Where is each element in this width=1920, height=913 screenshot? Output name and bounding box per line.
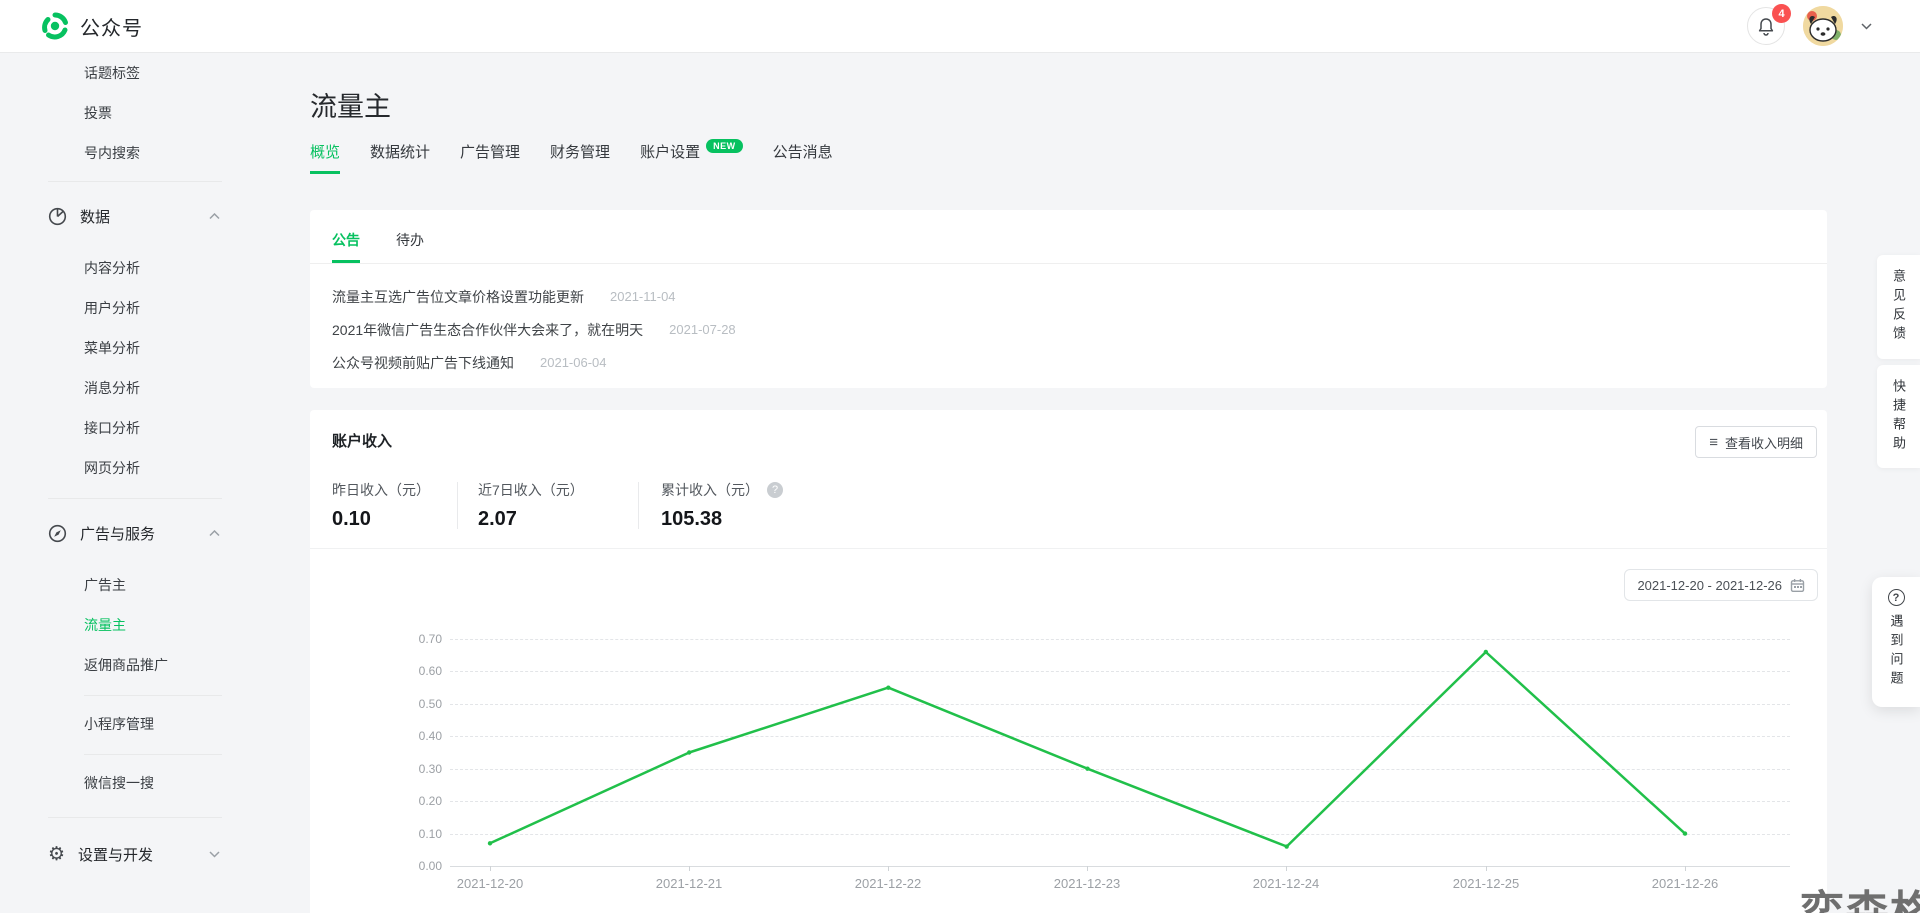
sidebar-item-message-analysis[interactable]: 消息分析 (0, 368, 250, 408)
data-point (1484, 650, 1488, 654)
sidebar-divider (48, 181, 222, 182)
announcement-item[interactable]: 公众号视频前贴广告下线通知 2021-06-04 (332, 346, 1827, 379)
data-point (886, 685, 890, 689)
notification-bell-button[interactable]: 4 (1747, 7, 1785, 45)
quick-help-tab-label: 快捷帮助 (1889, 379, 1908, 455)
tab-finance[interactable]: 财务管理 (550, 141, 610, 174)
sidebar-section-label: 设置与开发 (78, 844, 153, 865)
announcement-text[interactable]: 流量主互选广告位文章价格设置功能更新 (332, 287, 584, 307)
brand: 公众号 (40, 11, 143, 41)
chevron-up-icon[interactable] (209, 530, 220, 537)
list-icon: ≡ (1709, 434, 1718, 451)
chevron-down-icon[interactable] (209, 851, 220, 858)
compass-icon (48, 524, 67, 543)
date-range-value: 2021-12-20 - 2021-12-26 (1637, 578, 1782, 593)
tab-ad-management[interactable]: 广告管理 (460, 141, 520, 174)
announcement-date: 2021-06-04 (540, 355, 607, 370)
feedback-tab[interactable]: 意见反馈 (1877, 255, 1920, 359)
sidebar-item-mini-program[interactable]: 小程序管理 (0, 704, 250, 744)
sidebar: 话题标签 投票 号内搜索 数据 内容分析 用户分析 菜单分析 消息分析 接口分析… (0, 53, 250, 913)
tab-todo[interactable]: 待办 (396, 230, 424, 263)
sidebar-divider (48, 498, 222, 499)
announcement-date: 2021-11-04 (610, 289, 676, 304)
card-section-divider (310, 548, 1827, 549)
question-mark-icon: ? (1888, 589, 1905, 606)
page-tabs: 概览 数据统计 广告管理 财务管理 账户设置 NEW 公告消息 (310, 141, 833, 174)
pie-chart-icon (48, 207, 67, 226)
avatar[interactable] (1803, 6, 1843, 46)
tab-announcement-news[interactable]: 公告消息 (773, 141, 833, 174)
calendar-icon (1790, 578, 1805, 593)
income-line (490, 652, 1685, 847)
sidebar-section-data[interactable]: 数据 (0, 192, 250, 240)
tab-announcements[interactable]: 公告 (332, 230, 360, 263)
data-point (687, 750, 691, 754)
sidebar-section-ads-services[interactable]: 广告与服务 (0, 509, 250, 557)
announcement-item[interactable]: 2021年微信广告生态合作伙伴大会来了，就在明天 2021-07-28 (332, 313, 1827, 346)
income-card-title: 账户收入 (332, 430, 392, 451)
income-chart-svg (310, 560, 1827, 913)
new-badge: NEW (706, 139, 743, 153)
brand-name: 公众号 (80, 12, 143, 41)
account-dropdown-caret[interactable] (1861, 17, 1872, 35)
wechat-official-logo-icon (40, 11, 70, 41)
view-income-detail-button[interactable]: ≡ 查看收入明细 (1695, 426, 1817, 458)
stat-label-7days: 近7日收入（元） (478, 480, 638, 500)
sidebar-divider (84, 754, 222, 755)
announcement-item[interactable]: 流量主互选广告位文章价格设置功能更新 2021-11-04 (332, 280, 1827, 313)
sidebar-item-commission-promo[interactable]: 返佣商品推广 (0, 645, 250, 685)
bell-icon (1757, 17, 1775, 36)
data-point (488, 841, 492, 845)
data-point (1284, 844, 1288, 848)
announcement-card: 公告 待办 流量主互选广告位文章价格设置功能更新 2021-11-04 2021… (310, 210, 1827, 388)
data-point (1683, 831, 1687, 835)
sidebar-section-label: 广告与服务 (80, 523, 155, 544)
sidebar-item-wechat-search[interactable]: 微信搜一搜 (0, 763, 250, 803)
feedback-tab-label: 意见反馈 (1889, 269, 1908, 345)
sidebar-item-api-analysis[interactable]: 接口分析 (0, 408, 250, 448)
gear-icon: ⚙ (48, 845, 65, 864)
sidebar-item-user-analysis[interactable]: 用户分析 (0, 288, 250, 328)
sidebar-item-web-analysis[interactable]: 网页分析 (0, 448, 250, 488)
sidebar-item-content-analysis[interactable]: 内容分析 (0, 248, 250, 288)
page-title: 流量主 (310, 85, 391, 124)
sidebar-divider (48, 817, 222, 818)
stat-value-yesterday: 0.10 (332, 508, 457, 531)
question-help-tab[interactable]: ? 遇到问题 (1872, 577, 1920, 707)
quick-help-tab[interactable]: 快捷帮助 (1877, 365, 1920, 468)
question-tab-label: 遇到问题 (1887, 614, 1906, 690)
sidebar-item-menu-analysis[interactable]: 菜单分析 (0, 328, 250, 368)
stat-divider (638, 482, 639, 529)
tab-data-stats[interactable]: 数据统计 (370, 141, 430, 174)
stat-value-7days: 2.07 (478, 508, 638, 531)
income-line-chart: 0.70 0.60 0.50 0.40 0.30 0.20 0.10 0.00 … (310, 560, 1827, 913)
help-icon[interactable]: ? (767, 482, 783, 498)
tab-overview[interactable]: 概览 (310, 141, 340, 174)
data-point (1085, 767, 1089, 771)
sidebar-item-account-search[interactable]: 号内搜索 (0, 133, 250, 173)
tab-account-settings[interactable]: 账户设置 NEW (640, 141, 743, 174)
stat-label-total: 累计收入（元） (661, 480, 759, 500)
sidebar-item-vote[interactable]: 投票 (0, 93, 250, 133)
sidebar-item-topic-tags[interactable]: 话题标签 (0, 53, 250, 93)
stat-label-yesterday: 昨日收入（元） (332, 480, 457, 500)
sidebar-item-advertiser[interactable]: 广告主 (0, 565, 250, 605)
chevron-up-icon[interactable] (209, 213, 220, 220)
watermark: 奕森格 (1800, 876, 1920, 913)
stat-divider (457, 482, 458, 529)
income-stats: 昨日收入（元） 0.10 近7日收入（元） 2.07 累计收入（元） ? 105… (332, 480, 783, 531)
date-range-picker[interactable]: 2021-12-20 - 2021-12-26 (1624, 569, 1818, 601)
notification-count-badge: 4 (1772, 4, 1791, 23)
stat-value-total: 105.38 (661, 508, 783, 531)
sidebar-item-traffic-master[interactable]: 流量主 (0, 605, 250, 645)
sidebar-section-label: 数据 (80, 206, 110, 227)
account-income-card: 账户收入 ≡ 查看收入明细 昨日收入（元） 0.10 近7日收入（元） 2.07… (310, 410, 1827, 913)
sidebar-section-settings-dev[interactable]: ⚙ 设置与开发 (0, 830, 250, 878)
announcement-date: 2021-07-28 (669, 322, 736, 337)
top-header: 公众号 4 (0, 0, 1920, 53)
announcement-text[interactable]: 公众号视频前贴广告下线通知 (332, 353, 514, 373)
sidebar-divider (84, 695, 222, 696)
announcement-text[interactable]: 2021年微信广告生态合作伙伴大会来了，就在明天 (332, 320, 643, 340)
